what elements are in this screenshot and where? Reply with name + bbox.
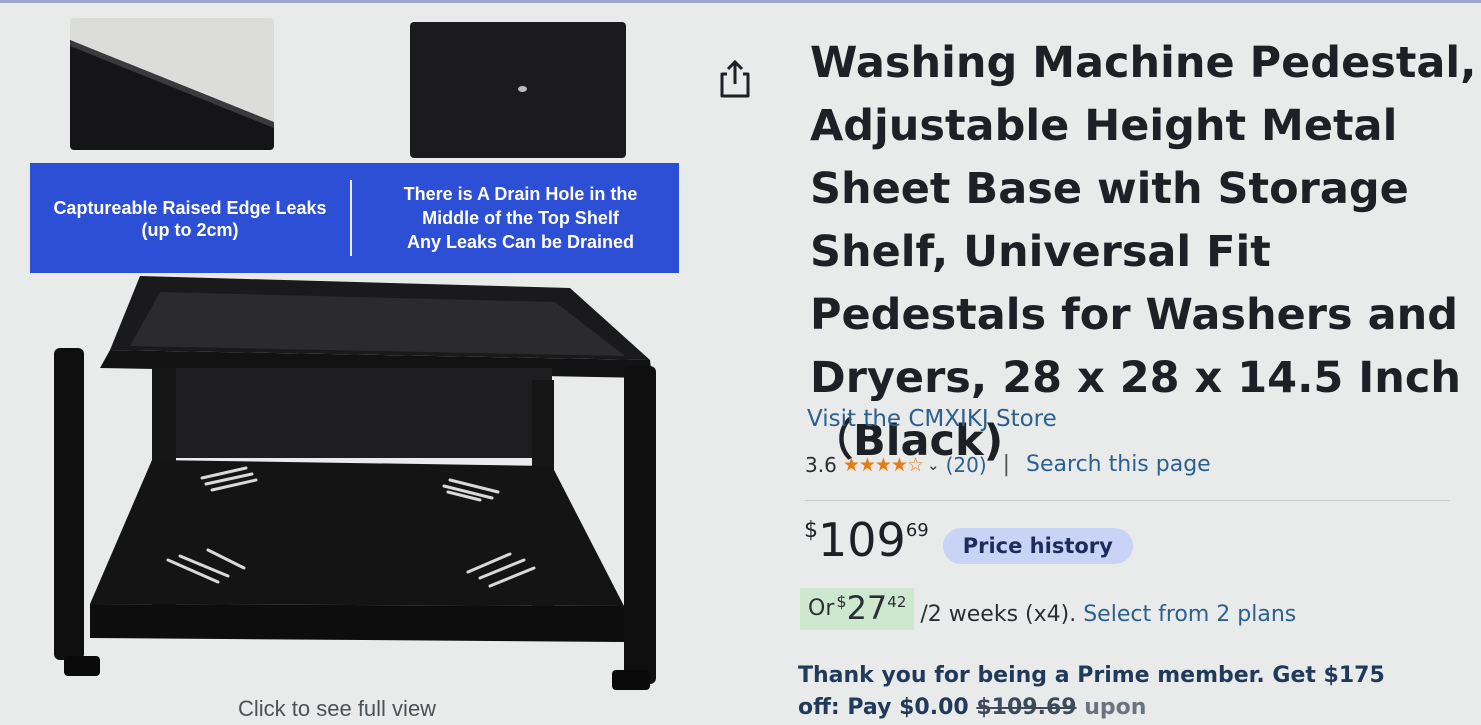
thumbnail-raised-edge[interactable] — [70, 18, 274, 150]
rating-value: 3.6 — [805, 452, 837, 477]
chevron-down-icon[interactable]: ⌄ — [927, 456, 940, 474]
banner-divider — [350, 180, 352, 256]
installment-period: /2 weeks (x4). Select from 2 plans — [920, 602, 1297, 627]
drain-hole-dot — [518, 86, 527, 92]
price-fraction: 69 — [905, 520, 929, 541]
select-plans-link[interactable]: Select from 2 plans — [1083, 602, 1296, 627]
prime-offer-message[interactable]: Thank you for being a Prime member. Get … — [798, 660, 1438, 724]
installment-row: Or $ 27 42 /2 weeks (x4). Select from 2 … — [800, 588, 1296, 630]
reviews-count-link[interactable]: (20) — [946, 453, 987, 477]
main-product-image[interactable] — [40, 270, 680, 700]
price-whole: 109 — [818, 513, 906, 567]
banner-drain-text: There is A Drain Hole in the Middle of t… — [403, 184, 638, 252]
image-gallery: Captureable Raised Edge Leaks (up to 2cm… — [0, 0, 700, 725]
feature-banner: Captureable Raised Edge Leaks (up to 2cm… — [30, 163, 679, 273]
rating-row: 3.6 ★★★★☆ ⌄ (20) | Search this page — [805, 452, 1211, 477]
search-this-page-link[interactable]: Search this page — [1026, 452, 1211, 477]
installment-price-badge: Or $ 27 42 — [800, 588, 915, 630]
store-link[interactable]: Visit the CMXIKJ Store — [807, 406, 1057, 432]
price-history-button[interactable]: Price history — [942, 528, 1133, 564]
star-icon[interactable]: ★★★★☆ — [843, 454, 924, 476]
see-full-view-link[interactable]: Click to see full view — [238, 696, 436, 722]
share-icon[interactable] — [718, 58, 752, 100]
divider — [805, 500, 1450, 501]
banner-raised-edge-text: Captureable Raised Edge Leaks (up to 2cm… — [53, 198, 327, 240]
price-row: $ 109 69 Price history — [804, 514, 1133, 566]
separator: | — [1002, 452, 1011, 477]
price-symbol: $ — [804, 518, 818, 543]
